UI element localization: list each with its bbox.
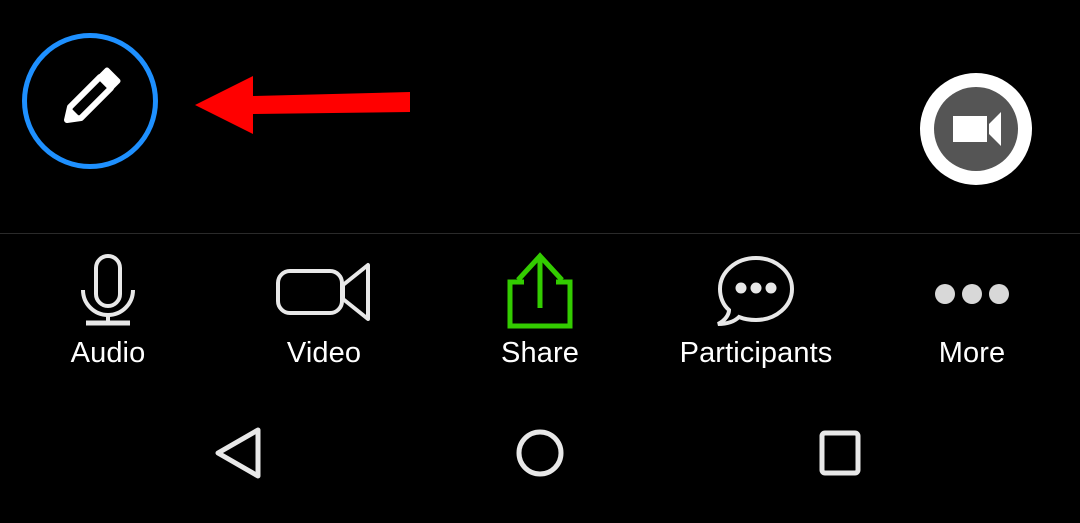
circle-icon	[515, 428, 565, 478]
toolbar-item-participants[interactable]: Participants	[648, 234, 864, 400]
toolbar-item-video[interactable]: Video	[216, 234, 432, 400]
toolbar-label-participants: Participants	[679, 337, 833, 369]
ellipsis-icon	[929, 252, 1015, 330]
square-icon	[817, 429, 863, 477]
microphone-icon	[68, 252, 148, 330]
speech-bubble-icon	[712, 252, 800, 330]
nav-recents-button[interactable]	[740, 400, 940, 505]
meeting-control-toolbar: Audio Video Share Participants More	[0, 234, 1080, 400]
toolbar-label-audio: Audio	[70, 337, 146, 369]
toolbar-label-more: More	[938, 337, 1006, 369]
nav-back-button[interactable]	[140, 400, 340, 505]
triangle-left-icon	[213, 425, 267, 481]
toolbar-label-share: Share	[501, 337, 579, 369]
red-pointer-arrow	[195, 72, 410, 134]
annotate-button[interactable]	[22, 33, 158, 169]
pencil-icon	[53, 64, 127, 138]
toolbar-item-audio[interactable]: Audio	[0, 234, 216, 400]
meeting-video-area	[0, 0, 1080, 234]
nav-home-button[interactable]	[440, 400, 640, 505]
toolbar-item-share[interactable]: Share	[432, 234, 648, 400]
meeting-screen: Audio Video Share Participants More	[0, 0, 1080, 523]
toolbar-label-video: Video	[286, 337, 362, 369]
video-camera-icon	[273, 252, 375, 330]
video-toggle-button[interactable]	[919, 72, 1033, 186]
toolbar-item-more[interactable]: More	[864, 234, 1080, 400]
share-upload-icon	[502, 252, 578, 330]
android-navigation-bar	[0, 400, 1080, 523]
